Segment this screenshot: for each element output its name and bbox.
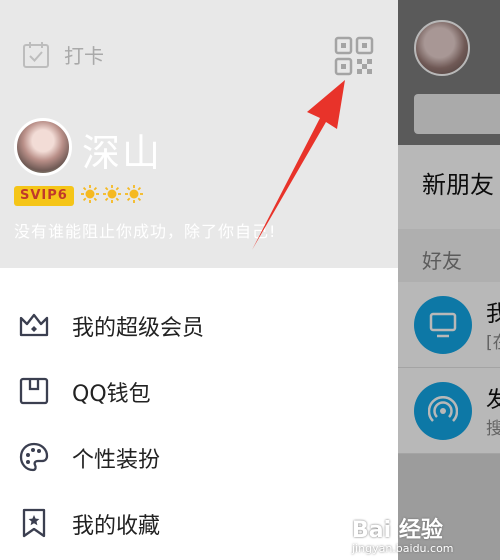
svip-badge[interactable]: SVIP6 <box>14 186 74 206</box>
menu-item-label: 我的收藏 <box>72 514 161 539</box>
sun-level-icon <box>81 185 99 203</box>
dim-overlay[interactable] <box>398 0 500 560</box>
crown-icon <box>19 313 49 337</box>
wallet-icon <box>19 377 49 405</box>
palette-icon <box>19 442 49 472</box>
menu-item-label: 个性装扮 <box>72 448 161 473</box>
menu-item-personalize[interactable]: 个性装扮 <box>0 424 398 490</box>
level-indicator[interactable] <box>80 184 198 204</box>
watermark-logo: Bai 经验 <box>352 518 443 543</box>
checkin-button[interactable]: 打卡 <box>22 40 104 69</box>
profile-signature[interactable]: 没有谁能阻止你成功，除了你自己! <box>14 218 276 242</box>
baidu-watermark: Bai 经验 jingyan.baidu.com <box>330 508 500 560</box>
sun-level-icon <box>103 185 121 203</box>
side-drawer: 打卡 深山 SVIP6 没有谁能阻止你成功，除了你自己! 我的超级会员 QQ钱包… <box>0 0 398 560</box>
qr-code-icon[interactable] <box>334 36 374 76</box>
watermark-url: jingyan.baidu.com <box>352 542 454 555</box>
main-screen: 新朋友 好友 我 [在 发 搜 <box>398 0 500 560</box>
menu-item-label: QQ钱包 <box>72 382 151 407</box>
checkin-label: 打卡 <box>64 44 104 68</box>
menu-item-qq-wallet[interactable]: QQ钱包 <box>0 358 398 424</box>
menu-item-super-member[interactable]: 我的超级会员 <box>0 292 398 358</box>
sun-level-icon <box>125 185 143 203</box>
profile-header: 打卡 深山 SVIP6 没有谁能阻止你成功，除了你自己! <box>0 0 398 268</box>
menu-item-label: 我的超级会员 <box>72 316 205 341</box>
calendar-check-icon <box>23 41 49 68</box>
profile-nickname[interactable]: 深山 <box>82 122 162 177</box>
moon-level-icon <box>185 186 193 202</box>
moon-level-icon <box>167 186 175 202</box>
bookmark-star-icon <box>22 508 46 538</box>
profile-avatar[interactable] <box>14 118 72 176</box>
moon-level-icon <box>149 186 157 202</box>
